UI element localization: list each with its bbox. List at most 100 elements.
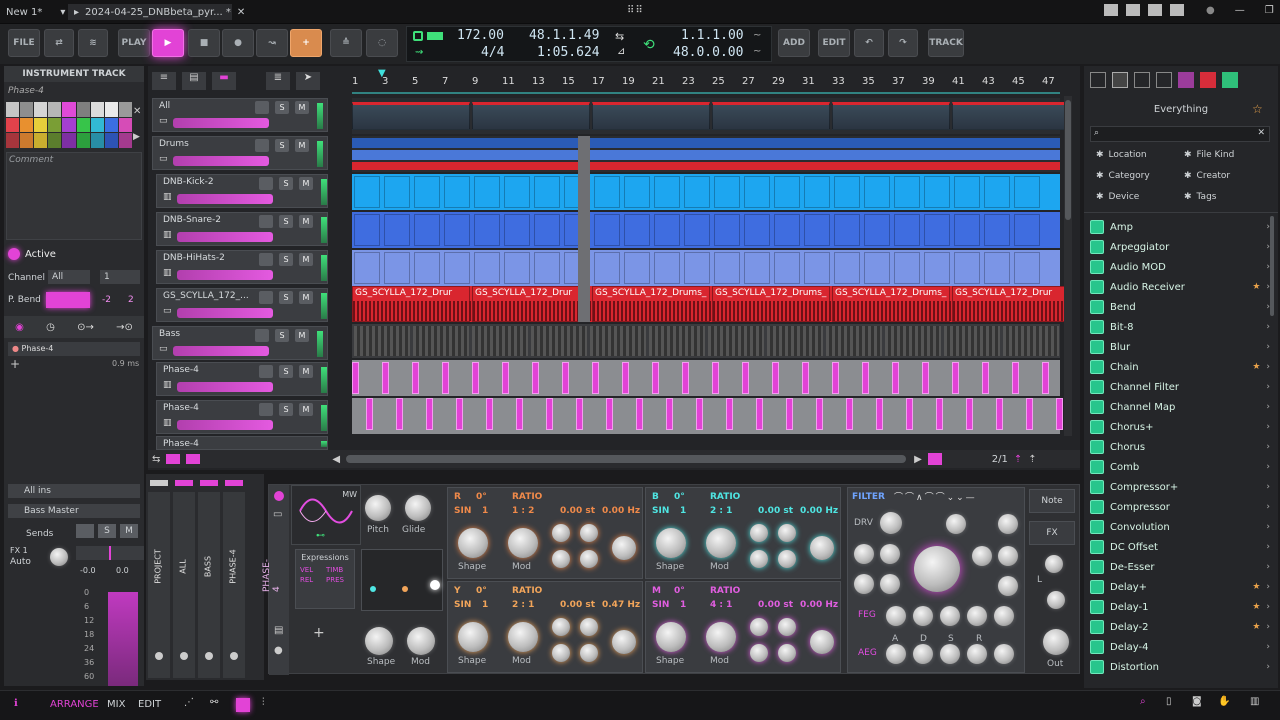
filter-tags[interactable]: ✱ Tags [1184, 192, 1216, 202]
chevron-right-icon[interactable]: › [1266, 482, 1270, 492]
browser-item[interactable]: Compressor › [1090, 498, 1270, 516]
chevron-right-icon[interactable]: › [1266, 382, 1270, 392]
mute-button[interactable]: M [299, 365, 313, 378]
op-phase[interactable]: 0° [674, 492, 685, 502]
note-clip[interactable] [426, 398, 433, 430]
note-clip[interactable] [682, 362, 689, 394]
op-wave[interactable]: SIN [454, 600, 471, 610]
grid-icon[interactable] [1090, 72, 1106, 88]
chevron-right-icon[interactable]: › [1266, 402, 1270, 412]
record-arm-button[interactable] [76, 524, 94, 538]
audio-fx-icon[interactable]: →⊙ [116, 322, 133, 333]
track-header[interactable]: DNB-Snare-2 S M ▥ [156, 212, 328, 246]
clip[interactable] [774, 176, 800, 208]
note-tab[interactable]: Note [1029, 489, 1075, 513]
device-slot[interactable]: ● Phase-4 [8, 342, 140, 356]
mute-button[interactable]: M [299, 177, 313, 190]
note-clip[interactable] [756, 398, 763, 430]
browser-item[interactable]: Convolution › [1090, 518, 1270, 536]
browser-item[interactable]: Bend › [1090, 298, 1270, 316]
browser-item[interactable]: Delay-4 › [1090, 638, 1270, 656]
browser-item[interactable]: Compressor+ › [1090, 478, 1270, 496]
browser-item[interactable]: Bit-8 › [1090, 318, 1270, 336]
lane-phase4-a[interactable] [352, 360, 1060, 396]
volume-fader[interactable] [173, 156, 269, 166]
clip-icon[interactable] [927, 453, 942, 465]
mute-button[interactable]: M [295, 101, 309, 114]
pan-knob[interactable] [1045, 555, 1063, 573]
shape-knob[interactable] [656, 622, 686, 652]
clip[interactable] [472, 102, 590, 130]
mixer-strip[interactable]: PROJECT [148, 480, 170, 678]
op-knob[interactable] [580, 644, 598, 662]
scroll-right-icon[interactable]: ▶ [914, 454, 922, 465]
browser-item[interactable]: Blur › [1090, 338, 1270, 356]
lane-bass[interactable] [352, 324, 1060, 358]
add-marker-button[interactable]: + [290, 29, 322, 57]
note-clip[interactable] [456, 398, 463, 430]
channel-number-select[interactable]: 1 [100, 270, 140, 284]
solo-button[interactable]: S [98, 524, 116, 538]
clip[interactable] [767, 326, 823, 356]
horizontal-scrollbar[interactable] [346, 455, 907, 463]
mixer-strip[interactable]: ALL [173, 480, 195, 678]
clip[interactable] [708, 326, 764, 356]
browser-item[interactable]: Chorus › [1090, 438, 1270, 456]
browser-item[interactable]: Audio MOD › [1090, 258, 1270, 276]
browser-search-input[interactable]: ⌕ ✕ [1090, 126, 1270, 142]
clip[interactable] [804, 252, 830, 284]
undo-button[interactable]: ↶ [854, 29, 884, 57]
out-knob[interactable] [1043, 629, 1069, 655]
arrow-right-icon[interactable]: ▶ [133, 132, 140, 142]
solo-button[interactable]: S [279, 291, 293, 304]
record-icon[interactable]: ● [274, 645, 283, 656]
chevron-right-icon[interactable]: › [1266, 522, 1270, 532]
op-knob[interactable] [778, 524, 796, 542]
clip[interactable] [624, 252, 650, 284]
mute-button[interactable]: M [120, 524, 138, 538]
clip[interactable] [984, 176, 1010, 208]
op-knob[interactable] [750, 550, 768, 568]
files-icon[interactable] [1178, 72, 1194, 88]
clip[interactable] [414, 214, 440, 246]
favorite-star-icon[interactable]: ☆ [1252, 102, 1263, 116]
browser-item[interactable]: De-Esser › [1090, 558, 1270, 576]
note-clip[interactable] [892, 362, 899, 394]
record-arm-button[interactable] [259, 215, 273, 228]
note-clip[interactable] [366, 398, 373, 430]
clip[interactable] [984, 214, 1010, 246]
clip[interactable] [649, 326, 705, 356]
op-wave[interactable]: SIN [652, 600, 669, 610]
volume-fader[interactable] [177, 270, 273, 280]
op-knob[interactable] [580, 618, 598, 636]
modulation-icon[interactable]: ⚯ [210, 697, 218, 708]
clip[interactable] [594, 176, 620, 208]
solo-button[interactable]: S [279, 215, 293, 228]
mix-tab[interactable]: MIX [107, 699, 125, 710]
audio-clip[interactable]: GS_SCYLLA_172_Drums_ [832, 286, 951, 322]
solo-button[interactable]: S [279, 177, 293, 190]
favorite-star-icon[interactable]: ★ [1252, 602, 1260, 612]
note-clip[interactable] [636, 398, 643, 430]
clip[interactable] [894, 176, 920, 208]
op-knob[interactable] [778, 618, 796, 636]
record-arm-button[interactable] [255, 329, 269, 342]
audio-clip[interactable]: GS_SCYLLA_172_Drur [352, 286, 471, 322]
solo-button[interactable]: S [279, 253, 293, 266]
op-ratio[interactable]: 4 : 1 [710, 600, 732, 610]
track-name[interactable]: All [159, 101, 170, 111]
pitch-bend-mode[interactable] [46, 292, 90, 308]
chevron-right-icon[interactable]: › [1266, 602, 1270, 612]
browser-item[interactable]: Channel Filter › [1090, 378, 1270, 396]
folder-icon[interactable]: ▭ [273, 509, 282, 520]
op-hz[interactable]: 0.00 Hz [800, 600, 838, 610]
clip[interactable] [864, 252, 890, 284]
clip[interactable] [624, 176, 650, 208]
tab-new1[interactable]: New 1* ▾ [6, 4, 65, 20]
note-clip[interactable] [516, 398, 523, 430]
fit-icon[interactable]: ⇆ [152, 454, 160, 465]
track-button[interactable]: TRACK [928, 29, 964, 57]
clip[interactable] [1014, 252, 1040, 284]
note-clip[interactable] [652, 362, 659, 394]
clip[interactable] [744, 252, 770, 284]
